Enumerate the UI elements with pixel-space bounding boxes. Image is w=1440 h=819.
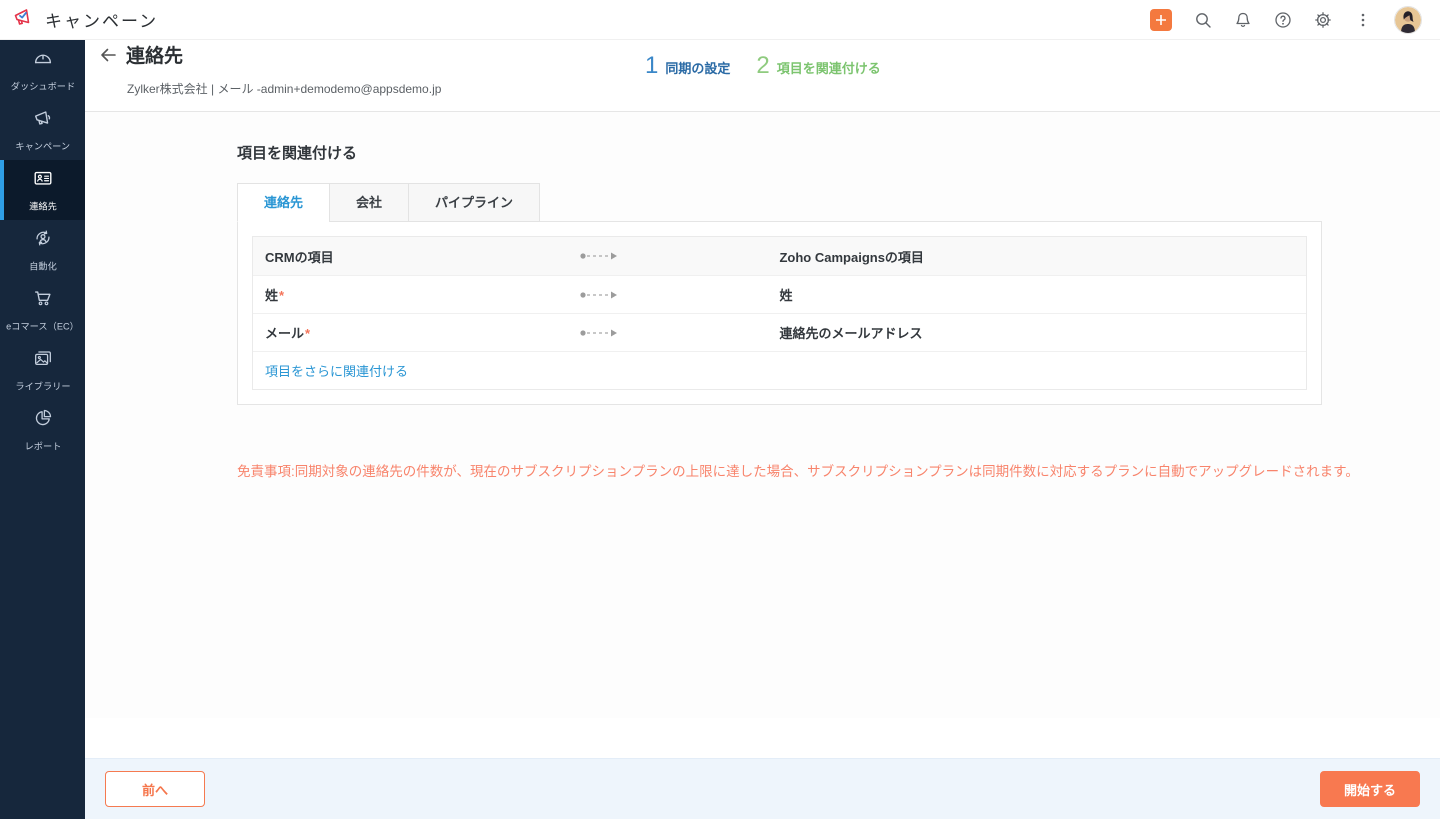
sidebar-item-label: 自動化 <box>29 259 57 273</box>
mapping-tabs: 連絡先 会社 パイプライン <box>237 183 1440 222</box>
sidebar-nav: ダッシュボード キャンペーン 連絡先 自動化 eコマース（EC） ライブラリー <box>0 40 85 819</box>
content-area: 項目を関連付ける 連絡先 会社 パイプライン CRMの項目 Zoho Campa… <box>85 112 1440 718</box>
main-area: 連絡先 › サービス同期 › Bigin 連絡先 Zylker株式会社 | メー… <box>85 0 1440 718</box>
megaphone-icon <box>32 107 54 132</box>
wizard-steps: 1 同期の設定 2 項目を関連付ける <box>645 52 881 80</box>
cart-icon <box>32 287 54 312</box>
step-map-fields: 2 項目を関連付ける <box>756 52 880 80</box>
back-arrow-icon[interactable] <box>98 45 118 65</box>
disclaimer-text: 免責事項:同期対象の連絡先の件数が、現在のサブスクリプションプランの上限に達した… <box>237 460 1440 480</box>
sidebar-item-label: 連絡先 <box>29 199 57 213</box>
step-sync-settings: 1 同期の設定 <box>645 52 730 80</box>
topbar-actions <box>1150 6 1440 34</box>
table-row: メール* 連絡先のメールアドレス <box>253 313 1306 351</box>
mapping-arrow-icon <box>579 328 779 338</box>
mapping-arrow-icon <box>579 290 779 300</box>
required-asterisk: * <box>279 288 284 303</box>
automation-person-icon <box>32 227 54 252</box>
map-more-fields-link[interactable]: 項目をさらに関連付ける <box>253 361 408 380</box>
sidebar-item-label: ダッシュボード <box>10 79 74 93</box>
field-mapping-table: CRMの項目 Zoho Campaignsの項目 姓* 姓 メール* <box>252 236 1307 390</box>
sidebar-item-dashboard[interactable]: ダッシュボード <box>0 40 85 100</box>
section-heading: 項目を関連付ける <box>85 112 1440 163</box>
step-number: 1 <box>645 52 658 80</box>
page-subtitle: Zylker株式会社 | メール -admin+demodemo@appsdem… <box>127 80 441 97</box>
step-label: 項目を関連付ける <box>777 58 881 77</box>
pie-chart-icon <box>32 407 54 432</box>
tab-contacts[interactable]: 連絡先 <box>237 183 330 222</box>
crm-field-name: 姓 <box>265 288 278 303</box>
top-bar: キャンペーン <box>0 0 1440 40</box>
campaigns-logo-icon <box>12 5 36 34</box>
search-icon[interactable] <box>1194 11 1212 29</box>
previous-button[interactable]: 前へ <box>105 771 205 807</box>
page-header: 連絡先 Zylker株式会社 | メール -admin+demodemo@app… <box>85 28 1440 112</box>
dashboard-gauge-icon <box>32 47 54 72</box>
campaigns-field-cell: 連絡先のメールアドレス <box>779 323 1306 342</box>
user-avatar[interactable] <box>1394 6 1422 34</box>
crm-field-cell: メール* <box>253 323 579 342</box>
sidebar-item-ecommerce[interactable]: eコマース（EC） <box>0 280 85 340</box>
tab-company[interactable]: 会社 <box>329 183 409 222</box>
help-icon[interactable] <box>1274 11 1292 29</box>
settings-gear-icon[interactable] <box>1314 11 1332 29</box>
sidebar-item-campaigns[interactable]: キャンペーン <box>0 100 85 160</box>
notifications-bell-icon[interactable] <box>1234 11 1252 29</box>
mapping-arrow-icon <box>579 251 779 261</box>
start-button[interactable]: 開始する <box>1320 771 1420 807</box>
crm-field-name: メール <box>265 326 304 341</box>
add-mapping-row: 項目をさらに関連付ける <box>253 351 1306 389</box>
sidebar-item-label: キャンペーン <box>15 139 70 153</box>
table-header-row: CRMの項目 Zoho Campaignsの項目 <box>253 237 1306 275</box>
library-images-icon <box>32 347 54 372</box>
sidebar-item-reports[interactable]: レポート <box>0 400 85 460</box>
field-mapping-panel: CRMの項目 Zoho Campaignsの項目 姓* 姓 メール* <box>237 221 1322 405</box>
tab-pipeline[interactable]: パイプライン <box>408 183 540 222</box>
required-asterisk: * <box>305 326 310 341</box>
sidebar-item-label: eコマース（EC） <box>6 319 79 333</box>
sidebar-item-library[interactable]: ライブラリー <box>0 340 85 400</box>
contact-card-icon <box>32 167 54 192</box>
sidebar-item-contacts[interactable]: 連絡先 <box>0 160 85 220</box>
campaigns-field-column-header: Zoho Campaignsの項目 <box>779 247 1306 266</box>
step-label: 同期の設定 <box>665 58 730 77</box>
page-title: 連絡先 <box>126 41 183 68</box>
create-plus-button[interactable] <box>1150 9 1172 31</box>
crm-field-column-header: CRMの項目 <box>253 247 579 266</box>
app-logo[interactable]: キャンペーン <box>0 5 158 34</box>
table-row: 姓* 姓 <box>253 275 1306 313</box>
step-number: 2 <box>756 52 769 80</box>
sidebar-item-label: ライブラリー <box>15 379 70 393</box>
sidebar-item-automation[interactable]: 自動化 <box>0 220 85 280</box>
sidebar-item-label: レポート <box>24 439 61 453</box>
footer-action-bar: 前へ 開始する <box>85 758 1440 819</box>
crm-field-cell: 姓* <box>253 285 579 304</box>
kebab-menu-icon[interactable] <box>1354 11 1372 29</box>
app-title: キャンペーン <box>45 7 158 32</box>
campaigns-field-cell: 姓 <box>779 285 1306 304</box>
